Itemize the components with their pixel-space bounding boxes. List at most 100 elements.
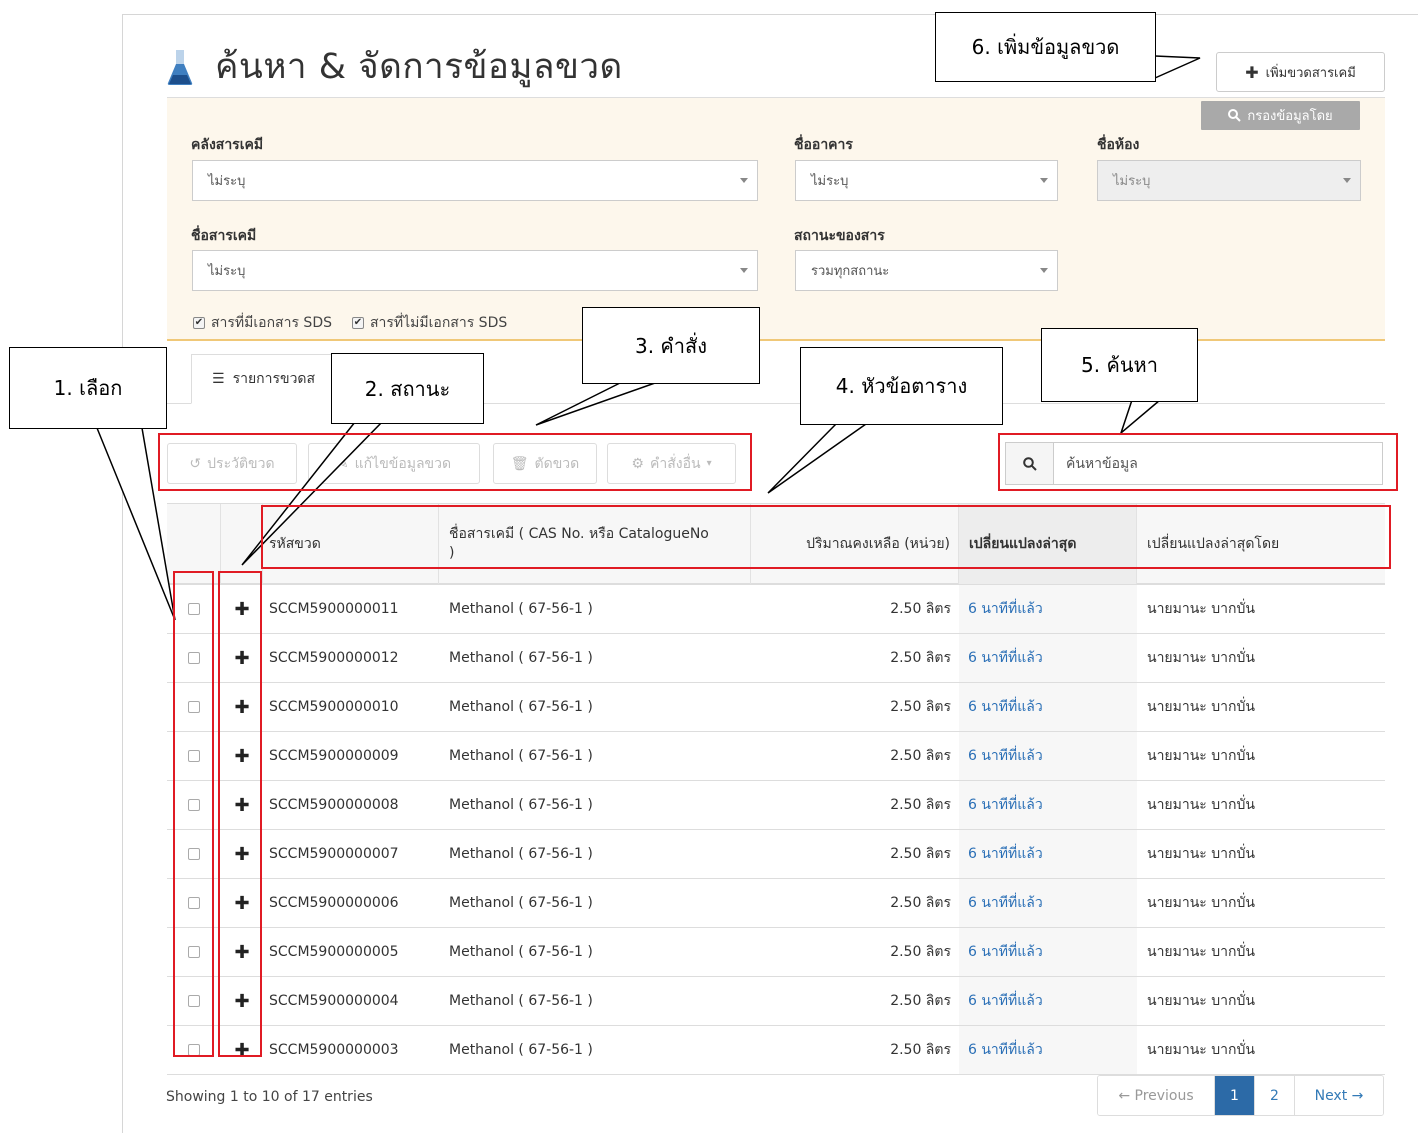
last-updated-cell: 6 นาทีที่แล้ว [959,928,1137,976]
page: ค้นหา & จัดการข้อมูลขวด ✚ เพิ่มขวดสารเคม… [122,14,1418,1133]
last-updated-link[interactable]: 6 นาทีที่แล้ว [968,843,1043,865]
chemical-name: Methanol ( 67-56-1 ) [449,650,593,666]
table-row[interactable]: ✚ SCCM5900000007 Methanol ( 67-56-1 ) 2.50 … [167,830,1385,879]
search-icon [1228,109,1242,122]
previous-page-button[interactable]: ← Previous [1098,1076,1215,1115]
updated-by: นายมานะ บากบั่น [1147,748,1255,764]
annotation-status-box [218,571,262,1057]
remaining-quantity: 2.50 ลิตร [890,601,951,617]
table-row[interactable]: ✚ SCCM5900000008 Methanol ( 67-56-1 ) 2.50 … [167,781,1385,830]
last-updated-link[interactable]: 6 นาทีที่แล้ว [968,696,1043,718]
state-select[interactable]: รวมทุกสถานะ [795,250,1058,291]
building-label: ชื่ออาคาร [794,137,853,153]
annotation-table-header-label: 4. หัวข้อตาราง [800,347,1003,425]
last-updated-link[interactable]: 6 นาทีที่แล้ว [968,892,1043,914]
state-label: สถานะของสาร [794,228,885,244]
chemical-name: Methanol ( 67-56-1 ) [449,1042,593,1058]
last-updated-link[interactable]: 6 นาทีที่แล้ว [968,647,1043,669]
bottle-code: SCCM5900000005 [269,944,399,960]
table-row[interactable]: ✚ SCCM5900000005 Methanol ( 67-56-1 ) 2.50 … [167,928,1385,977]
chevron-down-icon [740,268,748,273]
chemical-name: Methanol ( 67-56-1 ) [449,895,593,911]
last-updated-cell: 6 นาทีที่แล้ว [959,732,1137,780]
last-updated-cell: 6 นาทีที่แล้ว [959,1026,1137,1074]
building-select[interactable]: ไม่ระบุ [795,160,1058,201]
remaining-quantity: 2.50 ลิตร [890,846,951,862]
chemical-name: Methanol ( 67-56-1 ) [449,797,593,813]
table-row[interactable]: ✚ SCCM5900000010 Methanol ( 67-56-1 ) 2.50 … [167,683,1385,732]
last-updated-link[interactable]: 6 นาทีที่แล้ว [968,990,1043,1012]
room-label: ชื่อห้อง [1097,137,1140,153]
chemical-name: Methanol ( 67-56-1 ) [449,699,593,715]
bottle-code: SCCM5900000011 [269,601,399,617]
bottle-code: SCCM5900000012 [269,650,399,666]
remaining-quantity: 2.50 ลิตร [890,993,951,1009]
entries-info: Showing 1 to 10 of 17 entries [166,1089,373,1105]
warehouse-select[interactable]: ไม่ระบุ [192,160,758,201]
remaining-quantity: 2.50 ลิตร [890,895,951,911]
bottle-code: SCCM5900000006 [269,895,399,911]
chevron-down-icon [1343,178,1351,183]
chemical-name: Methanol ( 67-56-1 ) [449,601,593,617]
last-updated-link[interactable]: 6 นาทีที่แล้ว [968,745,1043,767]
last-updated-cell: 6 นาทีที่แล้ว [959,634,1137,682]
last-updated-link[interactable]: 6 นาทีที่แล้ว [968,941,1043,963]
page-2-button[interactable]: 2 [1255,1076,1295,1115]
chemical-name: Methanol ( 67-56-1 ) [449,846,593,862]
table-row[interactable]: ✚ SCCM5900000004 Methanol ( 67-56-1 ) 2.50 … [167,977,1385,1026]
filter-by-button[interactable]: กรองข้อมูลโดย [1201,101,1360,130]
list-icon: ☰ [212,371,225,387]
building-value: ไม่ระบุ [811,174,849,189]
table-row[interactable]: ✚ SCCM5900000006 Methanol ( 67-56-1 ) 2.50 … [167,879,1385,928]
updated-by: นายมานะ บากบั่น [1147,846,1255,862]
table-row[interactable]: ✚ SCCM5900000009 Methanol ( 67-56-1 ) 2.50 … [167,732,1385,781]
last-updated-cell: 6 นาทีที่แล้ว [959,683,1137,731]
warehouse-value: ไม่ระบุ [208,174,246,189]
chemical-name: Methanol ( 67-56-1 ) [449,748,593,764]
sds-with-label: สารที่มีเอกสาร SDS [211,315,332,331]
filter-panel: กรองข้อมูลโดย คลังสารเคมี ไม่ระบุ ชื่ออา… [167,98,1385,341]
table-row[interactable]: ✚ SCCM5900000003 Methanol ( 67-56-1 ) 2.50 … [167,1026,1385,1075]
annotation-select-label: 1. เลือก [9,347,167,429]
plus-icon: ✚ [1245,62,1259,82]
last-updated-link[interactable]: 6 นาทีที่แล้ว [968,1039,1043,1061]
bottle-code: SCCM5900000009 [269,748,399,764]
table-row[interactable]: ✚ SCCM5900000011 Methanol ( 67-56-1 ) 2.50 … [167,585,1385,634]
last-updated-link[interactable]: 6 นาทีที่แล้ว [968,794,1043,816]
sds-without-checkbox[interactable]: ✔ [351,317,364,329]
last-updated-cell: 6 นาทีที่แล้ว [959,879,1137,927]
chemical-label: ชื่อสารเคมี [191,228,257,244]
sds-without-label: สารที่ไม่มีเอกสาร SDS [369,315,508,331]
table-row[interactable]: ✚ SCCM5900000012 Methanol ( 67-56-1 ) 2.50 … [167,634,1385,683]
updated-by: นายมานะ บากบั่น [1147,993,1255,1009]
sds-with-checkbox[interactable]: ✔ [193,317,205,329]
annotation-command-label: 3. คำสั่ง [582,307,760,384]
state-value: รวมทุกสถานะ [811,264,890,279]
flask-icon [167,48,193,86]
chemical-name: Methanol ( 67-56-1 ) [449,993,593,1009]
room-value: ไม่ระบุ [1113,174,1151,189]
add-bottle-label: เพิ่มขวดสารเคมี [1265,65,1356,81]
bottle-code: SCCM5900000007 [269,846,399,862]
add-bottle-button[interactable]: ✚ เพิ่มขวดสารเคมี [1216,52,1385,92]
last-updated-cell: 6 นาทีที่แล้ว [959,585,1137,633]
bottle-code: SCCM5900000004 [269,993,399,1009]
room-select[interactable]: ไม่ระบุ [1097,160,1361,201]
last-updated-cell: 6 นาทีที่แล้ว [959,781,1137,829]
chemical-value: ไม่ระบุ [208,264,246,279]
chevron-down-icon [1040,268,1048,273]
updated-by: นายมานะ บากบั่น [1147,650,1255,666]
updated-by: นายมานะ บากบั่น [1147,797,1255,813]
updated-by: นายมานะ บากบั่น [1147,895,1255,911]
last-updated-link[interactable]: 6 นาทีที่แล้ว [968,598,1043,620]
chemical-select[interactable]: ไม่ระบุ [192,250,758,291]
annotation-search-box [998,433,1398,491]
annotation-command-box [158,433,752,491]
page-1-button[interactable]: 1 [1215,1076,1255,1115]
remaining-quantity: 2.50 ลิตร [890,748,951,764]
next-page-button[interactable]: Next → [1295,1076,1383,1115]
title-row: ค้นหา & จัดการข้อมูลขวด [167,39,623,94]
annotation-search-label: 5. ค้นหา [1041,328,1198,402]
bottle-code: SCCM5900000003 [269,1042,399,1058]
last-updated-cell: 6 นาทีที่แล้ว [959,977,1137,1025]
